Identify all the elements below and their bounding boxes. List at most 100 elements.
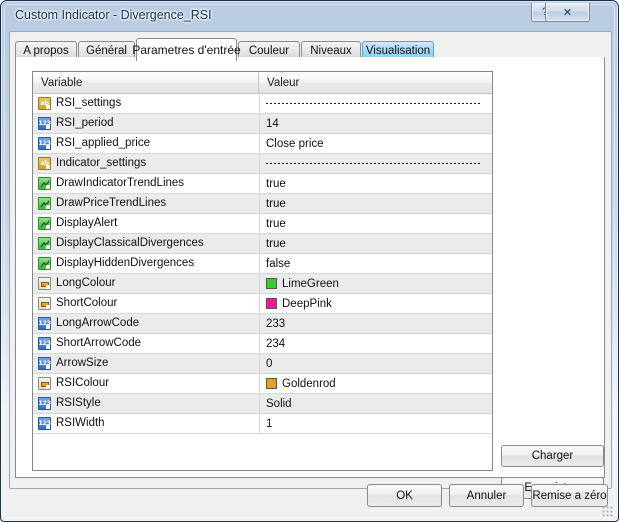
load-button-label: Charger: [532, 450, 574, 462]
variable-name: LongColour: [56, 278, 115, 290]
grid-cell-value[interactable]: Solid: [259, 394, 492, 413]
grid-cell-variable[interactable]: RSIColour: [33, 374, 259, 393]
grid-cell-variable[interactable]: 123RSIStyle: [33, 394, 259, 413]
grid-row[interactable]: ShortColour DeepPink: [33, 294, 492, 314]
grid-cell-variable[interactable]: DrawIndicatorTrendLines: [33, 174, 259, 193]
grid-cell-variable[interactable]: DrawPriceTrendLines: [33, 194, 259, 213]
icon-fold: [46, 225, 50, 229]
grid-cell-variable[interactable]: 123ArrowSize: [33, 354, 259, 373]
grid-cell-value[interactable]: true: [259, 194, 492, 213]
grid-row[interactable]: LongColour LimeGreen: [33, 274, 492, 294]
cancel-button[interactable]: Annuler: [449, 484, 524, 507]
ok-button[interactable]: OK: [367, 484, 442, 507]
grid-row[interactable]: 123RSIWidth 1: [33, 414, 492, 434]
title-bar[interactable]: Custom Indicator - Divergence_RSI ? ✕: [1, 1, 619, 31]
grid-row[interactable]: DrawIndicatorTrendLines true: [33, 174, 492, 194]
variable-value: 1: [266, 418, 272, 430]
load-button[interactable]: Charger: [501, 445, 604, 467]
column-header-value[interactable]: Valeur: [259, 72, 492, 93]
grid-cell-value[interactable]: LimeGreen: [259, 274, 492, 293]
icon-fold: [46, 105, 50, 109]
grid-body: abRSI_settings123RSI_period14123RSI_appl…: [33, 94, 492, 434]
grid-cell-value[interactable]: DeepPink: [259, 294, 492, 313]
grid-row[interactable]: ab Indicator_settings: [33, 154, 492, 174]
icon-fold: [46, 185, 50, 189]
icon-fold: [46, 305, 50, 309]
grid-row[interactable]: 123RSI_period14: [33, 114, 492, 134]
grid-row[interactable]: 123LongArrowCode233: [33, 314, 492, 334]
tab-parametres-d-entr-e[interactable]: Parametres d'entrée: [136, 38, 237, 61]
grid-cell-value[interactable]: Close price: [259, 134, 492, 153]
variable-name: ShortArrowCode: [56, 338, 141, 350]
grid-cell-value[interactable]: true: [259, 234, 492, 253]
grid-cell-value[interactable]: 234: [259, 334, 492, 353]
variable-value: DeepPink: [282, 298, 332, 310]
grid-row[interactable]: DisplayHiddenDivergencesfalse: [33, 254, 492, 274]
grid-cell-value[interactable]: 1: [259, 414, 492, 433]
icon-fold: [46, 405, 50, 409]
variable-name: RSI_settings: [56, 98, 121, 110]
grid-row[interactable]: 123RSIStyleSolid: [33, 394, 492, 414]
grid-row[interactable]: DisplayClassicalDivergences true: [33, 234, 492, 254]
grid-cell-variable[interactable]: 123RSIWidth: [33, 414, 259, 433]
variable-value: true: [266, 198, 286, 210]
icon-fold: [46, 285, 50, 289]
variable-name: RSIWidth: [56, 418, 105, 430]
string-type-icon: ab: [38, 157, 51, 170]
variable-name: Indicator_settings: [56, 158, 146, 170]
grid-cell-variable[interactable]: ab Indicator_settings: [33, 154, 259, 173]
tab-label: Couleur: [249, 45, 289, 57]
variable-name: RSI_applied_price: [56, 138, 150, 150]
grid-cell-value[interactable]: false: [259, 254, 492, 273]
separator-dashes: [266, 103, 482, 104]
grid-cell-value[interactable]: Goldenrod: [259, 374, 492, 393]
grid-row[interactable]: abRSI_settings: [33, 94, 492, 114]
grid-row[interactable]: 123 ShortArrowCode 234: [33, 334, 492, 354]
grid-cell-variable[interactable]: DisplayHiddenDivergences: [33, 254, 259, 273]
grid-cell-value[interactable]: 14: [259, 114, 492, 133]
ok-button-label: OK: [396, 490, 413, 502]
grid-cell-variable[interactable]: abRSI_settings: [33, 94, 259, 113]
grid-row[interactable]: RSIColour Goldenrod: [33, 374, 492, 394]
parameters-grid[interactable]: Variable Valeur abRSI_settings123RSI_per…: [32, 71, 493, 471]
icon-fold: [46, 385, 50, 389]
column-header-variable[interactable]: Variable: [33, 72, 259, 93]
grid-cell-variable[interactable]: 123LongArrowCode: [33, 314, 259, 333]
variable-value: true: [266, 218, 286, 230]
resize-grip[interactable]: [602, 506, 614, 518]
grid-row[interactable]: DrawPriceTrendLines true: [33, 194, 492, 214]
variable-name: ShortColour: [56, 298, 117, 310]
bool-type-icon: [38, 237, 51, 250]
grid-cell-value[interactable]: [259, 154, 492, 173]
number-type-icon: 123: [38, 357, 51, 370]
variable-value: true: [266, 178, 286, 190]
grid-row[interactable]: 123RSI_applied_priceClose price: [33, 134, 492, 154]
icon-fold: [46, 365, 50, 369]
grid-cell-variable[interactable]: DisplayClassicalDivergences: [33, 234, 259, 253]
icon-fold: [46, 345, 50, 349]
variable-name: DrawPriceTrendLines: [56, 198, 166, 210]
grid-row[interactable]: DisplayAlert true: [33, 214, 492, 234]
grid-cell-value[interactable]: true: [259, 174, 492, 193]
grid-cell-variable[interactable]: LongColour: [33, 274, 259, 293]
grid-cell-variable[interactable]: ShortColour: [33, 294, 259, 313]
grid-cell-value[interactable]: 0: [259, 354, 492, 373]
variable-value: true: [266, 238, 286, 250]
grid-cell-variable[interactable]: DisplayAlert: [33, 214, 259, 233]
icon-fold: [46, 145, 50, 149]
number-type-icon: 123: [38, 337, 51, 350]
icon-fold: [46, 165, 50, 169]
grid-cell-value[interactable]: true: [259, 214, 492, 233]
grid-cell-variable[interactable]: 123RSI_period: [33, 114, 259, 133]
grid-cell-value[interactable]: 233: [259, 314, 492, 333]
grid-cell-variable[interactable]: 123 ShortArrowCode: [33, 334, 259, 353]
variable-name: RSIColour: [56, 378, 109, 390]
variable-name: LongArrowCode: [56, 318, 139, 330]
dialog-client-area: A proposGénéralParametres d'entréeCouleu…: [9, 31, 612, 489]
reset-button[interactable]: Remise a zéro: [531, 484, 608, 507]
grid-row[interactable]: 123ArrowSize0: [33, 354, 492, 374]
close-button[interactable]: ✕: [545, 3, 590, 22]
color-type-icon: [38, 277, 51, 290]
grid-cell-value[interactable]: [259, 94, 492, 113]
grid-cell-variable[interactable]: 123RSI_applied_price: [33, 134, 259, 153]
